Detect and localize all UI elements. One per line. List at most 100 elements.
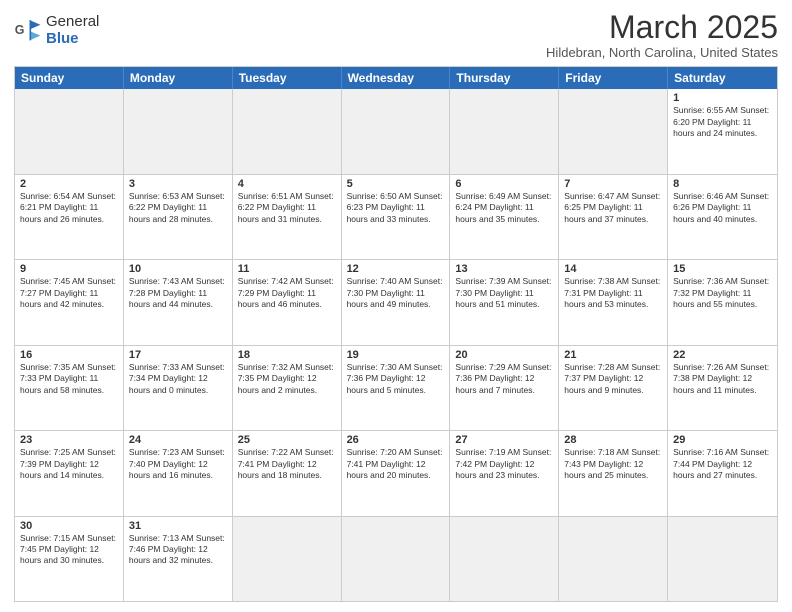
day-number: 24 xyxy=(129,434,227,446)
day-number: 7 xyxy=(564,178,662,190)
location: Hildebran, North Carolina, United States xyxy=(546,45,778,60)
day-info: Sunrise: 7:13 AM Sunset: 7:46 PM Dayligh… xyxy=(129,533,227,567)
day-info: Sunrise: 7:29 AM Sunset: 7:36 PM Dayligh… xyxy=(455,362,553,396)
day-info: Sunrise: 7:18 AM Sunset: 7:43 PM Dayligh… xyxy=(564,447,662,481)
calendar-cell: 26Sunrise: 7:20 AM Sunset: 7:41 PM Dayli… xyxy=(342,431,451,515)
day-number: 21 xyxy=(564,349,662,361)
calendar-cell: 5Sunrise: 6:50 AM Sunset: 6:23 PM Daylig… xyxy=(342,175,451,259)
calendar-cell: 18Sunrise: 7:32 AM Sunset: 7:35 PM Dayli… xyxy=(233,346,342,430)
day-info: Sunrise: 6:50 AM Sunset: 6:23 PM Dayligh… xyxy=(347,191,445,225)
calendar-cell: 29Sunrise: 7:16 AM Sunset: 7:44 PM Dayli… xyxy=(668,431,777,515)
day-number: 26 xyxy=(347,434,445,446)
day-number: 11 xyxy=(238,263,336,275)
day-number: 29 xyxy=(673,434,772,446)
calendar-row-2: 2Sunrise: 6:54 AM Sunset: 6:21 PM Daylig… xyxy=(15,175,777,260)
calendar-cell xyxy=(450,89,559,173)
day-info: Sunrise: 7:39 AM Sunset: 7:30 PM Dayligh… xyxy=(455,276,553,310)
page: G General Blue March 2025 Hildebran, Nor… xyxy=(0,0,792,612)
calendar-cell xyxy=(15,89,124,173)
header-cell-tuesday: Tuesday xyxy=(233,67,342,89)
calendar-cell: 20Sunrise: 7:29 AM Sunset: 7:36 PM Dayli… xyxy=(450,346,559,430)
day-number: 8 xyxy=(673,178,772,190)
calendar-cell xyxy=(342,89,451,173)
day-number: 1 xyxy=(673,92,772,104)
day-info: Sunrise: 7:40 AM Sunset: 7:30 PM Dayligh… xyxy=(347,276,445,310)
day-info: Sunrise: 7:23 AM Sunset: 7:40 PM Dayligh… xyxy=(129,447,227,481)
day-number: 17 xyxy=(129,349,227,361)
calendar-cell: 23Sunrise: 7:25 AM Sunset: 7:39 PM Dayli… xyxy=(15,431,124,515)
calendar-cell: 10Sunrise: 7:43 AM Sunset: 7:28 PM Dayli… xyxy=(124,260,233,344)
day-number: 3 xyxy=(129,178,227,190)
day-number: 13 xyxy=(455,263,553,275)
calendar-cell: 31Sunrise: 7:13 AM Sunset: 7:46 PM Dayli… xyxy=(124,517,233,601)
calendar-cell: 7Sunrise: 6:47 AM Sunset: 6:25 PM Daylig… xyxy=(559,175,668,259)
day-number: 12 xyxy=(347,263,445,275)
calendar-cell: 3Sunrise: 6:53 AM Sunset: 6:22 PM Daylig… xyxy=(124,175,233,259)
calendar-cell: 2Sunrise: 6:54 AM Sunset: 6:21 PM Daylig… xyxy=(15,175,124,259)
calendar-cell: 19Sunrise: 7:30 AM Sunset: 7:36 PM Dayli… xyxy=(342,346,451,430)
day-number: 4 xyxy=(238,178,336,190)
calendar-cell: 1Sunrise: 6:55 AM Sunset: 6:20 PM Daylig… xyxy=(668,89,777,173)
header-cell-monday: Monday xyxy=(124,67,233,89)
calendar-cell: 27Sunrise: 7:19 AM Sunset: 7:42 PM Dayli… xyxy=(450,431,559,515)
title-area: March 2025 Hildebran, North Carolina, Un… xyxy=(546,10,778,60)
day-number: 22 xyxy=(673,349,772,361)
day-info: Sunrise: 7:38 AM Sunset: 7:31 PM Dayligh… xyxy=(564,276,662,310)
generalblue-logo-icon: G xyxy=(14,17,42,45)
day-number: 10 xyxy=(129,263,227,275)
svg-text:G: G xyxy=(15,23,25,37)
day-number: 31 xyxy=(129,520,227,532)
day-info: Sunrise: 6:53 AM Sunset: 6:22 PM Dayligh… xyxy=(129,191,227,225)
calendar-row-6: 30Sunrise: 7:15 AM Sunset: 7:45 PM Dayli… xyxy=(15,517,777,601)
day-info: Sunrise: 6:54 AM Sunset: 6:21 PM Dayligh… xyxy=(20,191,118,225)
day-info: Sunrise: 7:20 AM Sunset: 7:41 PM Dayligh… xyxy=(347,447,445,481)
calendar-cell xyxy=(559,517,668,601)
calendar-cell: 30Sunrise: 7:15 AM Sunset: 7:45 PM Dayli… xyxy=(15,517,124,601)
day-info: Sunrise: 7:25 AM Sunset: 7:39 PM Dayligh… xyxy=(20,447,118,481)
day-number: 6 xyxy=(455,178,553,190)
day-info: Sunrise: 7:42 AM Sunset: 7:29 PM Dayligh… xyxy=(238,276,336,310)
calendar-row-3: 9Sunrise: 7:45 AM Sunset: 7:27 PM Daylig… xyxy=(15,260,777,345)
day-info: Sunrise: 7:19 AM Sunset: 7:42 PM Dayligh… xyxy=(455,447,553,481)
header: G General Blue March 2025 Hildebran, Nor… xyxy=(14,10,778,60)
calendar-cell: 15Sunrise: 7:36 AM Sunset: 7:32 PM Dayli… xyxy=(668,260,777,344)
calendar-cell: 8Sunrise: 6:46 AM Sunset: 6:26 PM Daylig… xyxy=(668,175,777,259)
day-info: Sunrise: 7:15 AM Sunset: 7:45 PM Dayligh… xyxy=(20,533,118,567)
header-cell-saturday: Saturday xyxy=(668,67,777,89)
day-info: Sunrise: 6:49 AM Sunset: 6:24 PM Dayligh… xyxy=(455,191,553,225)
calendar-cell xyxy=(450,517,559,601)
day-number: 25 xyxy=(238,434,336,446)
calendar-cell: 13Sunrise: 7:39 AM Sunset: 7:30 PM Dayli… xyxy=(450,260,559,344)
logo-general: General xyxy=(46,14,99,31)
calendar-row-1: 1Sunrise: 6:55 AM Sunset: 6:20 PM Daylig… xyxy=(15,89,777,174)
day-number: 20 xyxy=(455,349,553,361)
header-cell-thursday: Thursday xyxy=(450,67,559,89)
header-cell-friday: Friday xyxy=(559,67,668,89)
calendar-cell: 11Sunrise: 7:42 AM Sunset: 7:29 PM Dayli… xyxy=(233,260,342,344)
logo: G General Blue xyxy=(14,14,99,47)
calendar-cell: 12Sunrise: 7:40 AM Sunset: 7:30 PM Dayli… xyxy=(342,260,451,344)
day-number: 28 xyxy=(564,434,662,446)
calendar-cell: 25Sunrise: 7:22 AM Sunset: 7:41 PM Dayli… xyxy=(233,431,342,515)
calendar: SundayMondayTuesdayWednesdayThursdayFrid… xyxy=(14,66,778,602)
header-cell-wednesday: Wednesday xyxy=(342,67,451,89)
day-info: Sunrise: 7:35 AM Sunset: 7:33 PM Dayligh… xyxy=(20,362,118,396)
calendar-cell: 9Sunrise: 7:45 AM Sunset: 7:27 PM Daylig… xyxy=(15,260,124,344)
logo-text: General Blue xyxy=(46,14,99,47)
day-number: 15 xyxy=(673,263,772,275)
day-number: 5 xyxy=(347,178,445,190)
month-title: March 2025 xyxy=(546,10,778,45)
day-number: 23 xyxy=(20,434,118,446)
day-info: Sunrise: 7:26 AM Sunset: 7:38 PM Dayligh… xyxy=(673,362,772,396)
day-info: Sunrise: 6:46 AM Sunset: 6:26 PM Dayligh… xyxy=(673,191,772,225)
day-number: 27 xyxy=(455,434,553,446)
calendar-cell: 21Sunrise: 7:28 AM Sunset: 7:37 PM Dayli… xyxy=(559,346,668,430)
day-info: Sunrise: 6:51 AM Sunset: 6:22 PM Dayligh… xyxy=(238,191,336,225)
day-info: Sunrise: 7:28 AM Sunset: 7:37 PM Dayligh… xyxy=(564,362,662,396)
calendar-cell xyxy=(233,517,342,601)
calendar-row-4: 16Sunrise: 7:35 AM Sunset: 7:33 PM Dayli… xyxy=(15,346,777,431)
day-info: Sunrise: 7:45 AM Sunset: 7:27 PM Dayligh… xyxy=(20,276,118,310)
day-info: Sunrise: 7:22 AM Sunset: 7:41 PM Dayligh… xyxy=(238,447,336,481)
calendar-cell xyxy=(233,89,342,173)
day-number: 14 xyxy=(564,263,662,275)
